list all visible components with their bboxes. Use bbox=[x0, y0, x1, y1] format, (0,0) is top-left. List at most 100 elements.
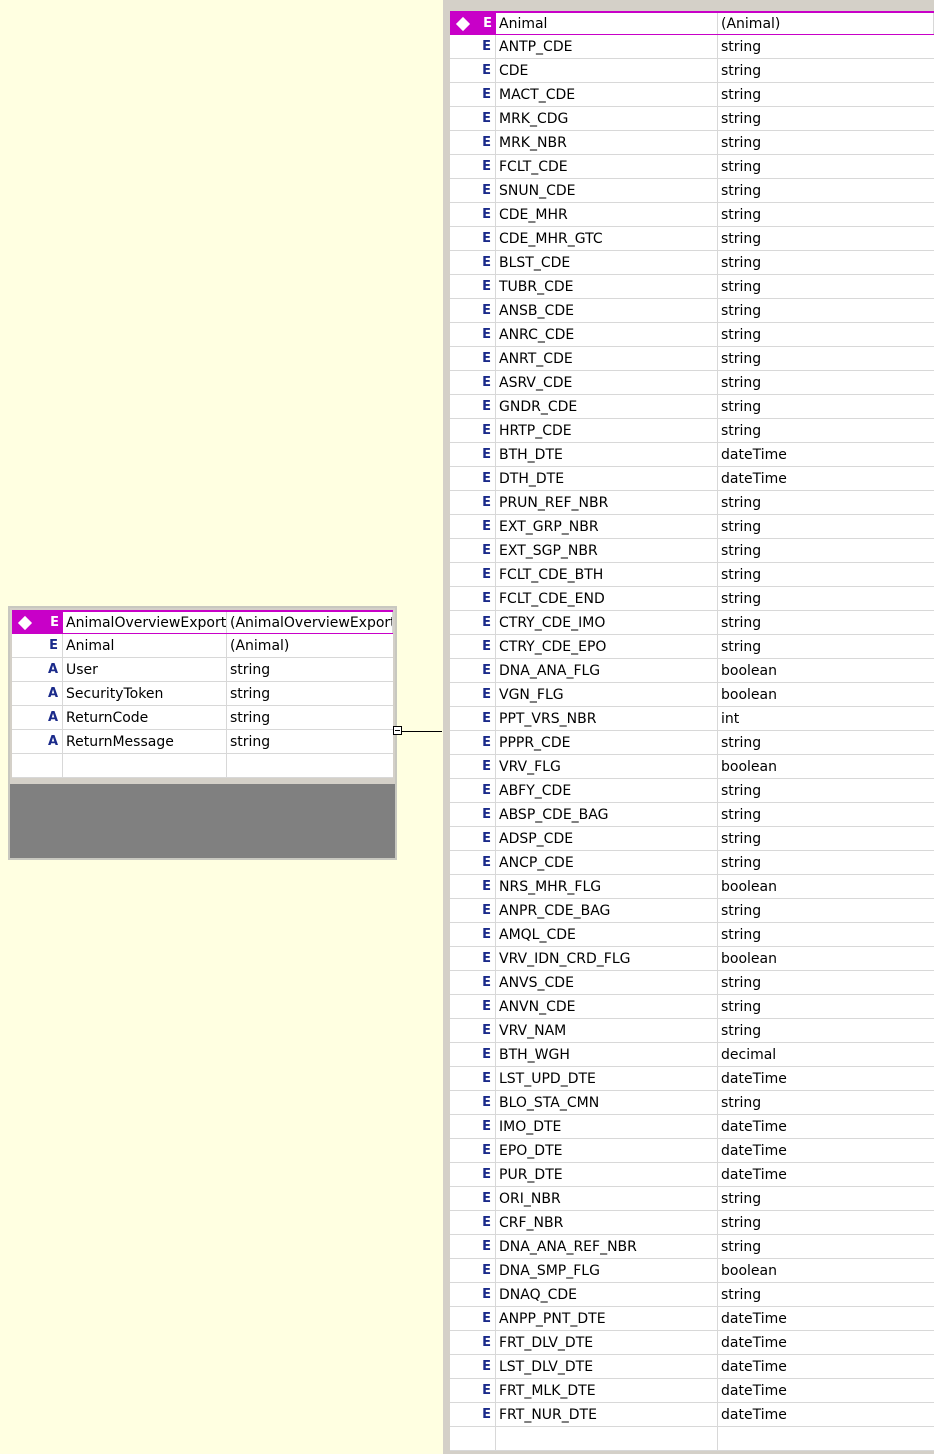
table-row[interactable]: E CDE_MHR_GTC string bbox=[450, 227, 934, 251]
entity-animal[interactable]: E Animal (Animal) E ANTP_CDE string E CDE str… bbox=[443, 0, 934, 1454]
row-type: boolean bbox=[721, 662, 777, 679]
row-type-icon: E bbox=[450, 59, 496, 82]
table-row[interactable]: E VRV_NAM string bbox=[450, 1019, 934, 1043]
table-row[interactable]: E ANVN_CDE string bbox=[450, 995, 934, 1019]
table-row[interactable]: E CDE_MHR string bbox=[450, 203, 934, 227]
table-row[interactable]: E GNDR_CDE string bbox=[450, 395, 934, 419]
table-row[interactable]: E FRT_DLV_DTE dateTime bbox=[450, 1331, 934, 1355]
table-row[interactable]: E DNA_ANA_FLG boolean bbox=[450, 659, 934, 683]
table-row[interactable]: E ADSP_CDE string bbox=[450, 827, 934, 851]
table-row[interactable]: E IMO_DTE dateTime bbox=[450, 1115, 934, 1139]
row-name: MACT_CDE bbox=[496, 83, 718, 106]
table-row[interactable]: E VRV_FLG boolean bbox=[450, 755, 934, 779]
table-row[interactable]: E CTRY_CDE_IMO string bbox=[450, 611, 934, 635]
table-row[interactable]: E NRS_MHR_FLG boolean bbox=[450, 875, 934, 899]
entity-animal-overview-export[interactable]: E AnimalOverviewExport (AnimalOverviewEx… bbox=[8, 606, 397, 860]
table-row[interactable]: E FCLT_CDE string bbox=[450, 155, 934, 179]
row-name: BLO_STA_CMN bbox=[496, 1091, 718, 1114]
row-name: LST_UPD_DTE bbox=[496, 1067, 718, 1090]
table-row[interactable]: E FCLT_CDE_END string bbox=[450, 587, 934, 611]
table-row[interactable]: E BTH_DTE dateTime bbox=[450, 443, 934, 467]
row-type-icon bbox=[450, 1427, 496, 1450]
table-row[interactable]: E ANRT_CDE string bbox=[450, 347, 934, 371]
table-row[interactable]: E DNA_ANA_REF_NBR string bbox=[450, 1235, 934, 1259]
row-type-icon: E bbox=[450, 467, 496, 490]
row-type: string bbox=[721, 1238, 762, 1255]
table-row[interactable]: E ANPR_CDE_BAG string bbox=[450, 899, 934, 923]
table-row[interactable]: E FRT_NUR_DTE dateTime bbox=[450, 1403, 934, 1427]
table-row[interactable]: E DNAQ_CDE string bbox=[450, 1283, 934, 1307]
table-row[interactable]: E ASRV_CDE string bbox=[450, 371, 934, 395]
row-type-icon: E bbox=[450, 635, 496, 658]
table-row[interactable]: E ORI_NBR string bbox=[450, 1187, 934, 1211]
table-row[interactable]: E Animal (Animal) bbox=[12, 634, 393, 658]
table-row[interactable]: E MRK_NBR string bbox=[450, 131, 934, 155]
row-name: CDE_MHR_GTC bbox=[496, 227, 718, 250]
collapse-icon[interactable] bbox=[393, 726, 402, 735]
row-type: string bbox=[721, 1214, 762, 1231]
table-row[interactable]: E ANSB_CDE string bbox=[450, 299, 934, 323]
table-row[interactable]: E VGN_FLG boolean bbox=[450, 683, 934, 707]
row-name: VGN_FLG bbox=[496, 683, 718, 706]
table-row[interactable]: E FCLT_CDE_BTH string bbox=[450, 563, 934, 587]
table-row[interactable]: E CDE string bbox=[450, 59, 934, 83]
table-row[interactable]: A ReturnMessage string bbox=[12, 730, 393, 754]
table-row[interactable]: E ANTP_CDE string bbox=[450, 35, 934, 59]
diamond-icon bbox=[455, 16, 471, 31]
table-row[interactable]: E ANCP_CDE string bbox=[450, 851, 934, 875]
table-row[interactable]: E MRK_CDG string bbox=[450, 107, 934, 131]
row-type: dateTime bbox=[721, 1334, 787, 1351]
table-row[interactable]: E ANVS_CDE string bbox=[450, 971, 934, 995]
table-row[interactable]: A User string bbox=[12, 658, 393, 682]
table-row[interactable]: E ABSP_CDE_BAG string bbox=[450, 803, 934, 827]
row-type-icon: E bbox=[450, 275, 496, 298]
table-row[interactable]: E ABFY_CDE string bbox=[450, 779, 934, 803]
row-type: string bbox=[721, 998, 762, 1015]
table-row[interactable]: E SNUN_CDE string bbox=[450, 179, 934, 203]
entity-header[interactable]: E Animal (Animal) bbox=[450, 11, 934, 35]
row-type: dateTime bbox=[721, 1070, 787, 1087]
table-row[interactable]: A ReturnCode string bbox=[12, 706, 393, 730]
table-row[interactable]: E CTRY_CDE_EPO string bbox=[450, 635, 934, 659]
table-row[interactable] bbox=[12, 754, 393, 778]
table-row[interactable]: E DTH_DTE dateTime bbox=[450, 467, 934, 491]
row-type: boolean bbox=[721, 758, 777, 775]
table-row[interactable]: E ANPP_PNT_DTE dateTime bbox=[450, 1307, 934, 1331]
row-type-icon: E bbox=[450, 803, 496, 826]
row-type: string bbox=[721, 974, 762, 991]
row-name bbox=[63, 754, 227, 777]
table-row[interactable]: E AMQL_CDE string bbox=[450, 923, 934, 947]
table-row[interactable]: E HRTP_CDE string bbox=[450, 419, 934, 443]
row-type-icon: E bbox=[450, 371, 496, 394]
table-row[interactable]: E DNA_SMP_FLG boolean bbox=[450, 1259, 934, 1283]
table-row[interactable]: E BTH_WGH decimal bbox=[450, 1043, 934, 1067]
table-row[interactable]: E LST_UPD_DTE dateTime bbox=[450, 1067, 934, 1091]
row-name: ABFY_CDE bbox=[496, 779, 718, 802]
row-type-icon: E bbox=[450, 107, 496, 130]
table-row[interactable]: E EXT_GRP_NBR string bbox=[450, 515, 934, 539]
table-row[interactable]: A SecurityToken string bbox=[12, 682, 393, 706]
table-row[interactable]: E PRUN_REF_NBR string bbox=[450, 491, 934, 515]
table-row[interactable]: E LST_DLV_DTE dateTime bbox=[450, 1355, 934, 1379]
table-row[interactable]: E BLO_STA_CMN string bbox=[450, 1091, 934, 1115]
entity-header[interactable]: E AnimalOverviewExport (AnimalOverviewEx… bbox=[12, 610, 393, 634]
table-row[interactable]: E VRV_IDN_CRD_FLG boolean bbox=[450, 947, 934, 971]
row-type: int bbox=[721, 710, 740, 727]
row-name: DNA_ANA_REF_NBR bbox=[496, 1235, 718, 1258]
table-row[interactable]: E ANRC_CDE string bbox=[450, 323, 934, 347]
table-row[interactable]: E BLST_CDE string bbox=[450, 251, 934, 275]
table-row[interactable]: E FRT_MLK_DTE dateTime bbox=[450, 1379, 934, 1403]
table-row[interactable] bbox=[450, 1427, 934, 1451]
element-badge-icon: E bbox=[50, 615, 59, 630]
table-row[interactable]: E CRF_NBR string bbox=[450, 1211, 934, 1235]
table-row[interactable]: E EXT_SGP_NBR string bbox=[450, 539, 934, 563]
table-row[interactable]: E PUR_DTE dateTime bbox=[450, 1163, 934, 1187]
table-row[interactable]: E PPPR_CDE string bbox=[450, 731, 934, 755]
row-name: AMQL_CDE bbox=[496, 923, 718, 946]
table-row[interactable]: E EPO_DTE dateTime bbox=[450, 1139, 934, 1163]
table-row[interactable]: E MACT_CDE string bbox=[450, 83, 934, 107]
row-name bbox=[496, 1427, 718, 1450]
table-row[interactable]: E TUBR_CDE string bbox=[450, 275, 934, 299]
row-type: string bbox=[721, 62, 762, 79]
table-row[interactable]: E PPT_VRS_NBR int bbox=[450, 707, 934, 731]
